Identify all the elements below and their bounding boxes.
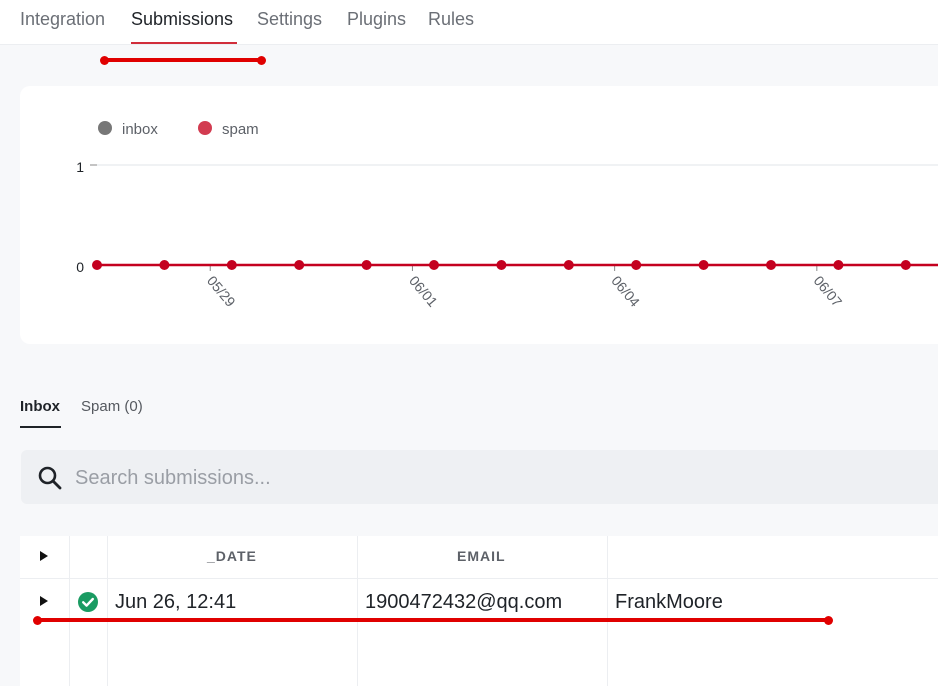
tab-integration[interactable]: Integration	[20, 9, 105, 30]
x-tick-label: 06/01	[406, 273, 441, 310]
top-nav: Integration Submissions Settings Plugins…	[0, 0, 938, 45]
tab-submissions[interactable]: Submissions	[131, 9, 233, 30]
search-icon	[37, 465, 63, 496]
data-point[interactable]	[631, 260, 642, 270]
cell-date: Jun 26, 12:41	[115, 591, 237, 613]
column-header-email[interactable]: EMAIL	[457, 548, 506, 564]
subtab-inbox[interactable]: Inbox	[20, 398, 60, 415]
data-point[interactable]	[226, 260, 237, 270]
chart-svg: inbox spam 1 0 05/29 06/01 06/04 06/07	[76, 121, 938, 310]
x-tick-label: 06/07	[811, 273, 846, 310]
legend-inbox-label[interactable]: inbox	[122, 121, 158, 138]
tab-plugins[interactable]: Plugins	[347, 9, 406, 30]
y-tick-label-1: 1	[76, 159, 84, 175]
active-tab-underline	[131, 42, 237, 44]
annotation-dot	[824, 616, 833, 625]
annotation-line-row	[37, 618, 829, 622]
subtab-spam[interactable]: Spam (0)	[81, 398, 143, 415]
annotation-dot	[100, 56, 109, 65]
data-point[interactable]	[92, 260, 102, 270]
submissions-table: _DATE EMAIL Jun 26, 12:41 1900472432@qq.…	[20, 536, 938, 686]
data-point[interactable]	[294, 260, 305, 270]
check-circle-icon	[78, 592, 98, 617]
subtab-underline	[20, 426, 61, 428]
annotation-dot	[257, 56, 266, 65]
x-tick-label: 06/04	[608, 273, 643, 310]
submissions-chart: inbox spam 1 0 05/29 06/01 06/04 06/07	[20, 86, 938, 344]
tab-rules[interactable]: Rules	[428, 9, 474, 30]
data-point[interactable]	[159, 260, 170, 270]
y-tick-label-0: 0	[76, 259, 84, 275]
data-point[interactable]	[766, 260, 776, 270]
search-input[interactable]	[73, 460, 777, 496]
data-point[interactable]	[900, 260, 911, 270]
data-point[interactable]	[563, 260, 574, 270]
data-point[interactable]	[833, 260, 844, 270]
search-bar	[21, 450, 938, 504]
column-divider	[69, 536, 70, 686]
x-tick-label: 05/29	[204, 273, 239, 310]
legend-spam-marker	[198, 121, 212, 135]
annotation-dot	[33, 616, 42, 625]
expand-row-icon[interactable]	[40, 596, 48, 606]
tab-settings[interactable]: Settings	[257, 9, 322, 30]
column-header-date[interactable]: _DATE	[207, 548, 257, 564]
data-point[interactable]	[429, 260, 439, 270]
expand-all-icon[interactable]	[40, 551, 48, 561]
cell-email: 1900472432@qq.com	[365, 591, 563, 613]
data-point[interactable]	[698, 260, 709, 270]
column-divider	[607, 536, 608, 686]
data-point[interactable]	[361, 260, 372, 270]
cell-name: FrankMoore	[615, 591, 723, 613]
header-divider	[20, 578, 938, 579]
column-divider	[107, 536, 108, 686]
legend-inbox-marker	[98, 121, 112, 135]
annotation-line-top	[104, 58, 262, 62]
legend-spam-label[interactable]: spam	[222, 121, 259, 138]
column-divider	[357, 536, 358, 686]
data-point[interactable]	[496, 260, 507, 270]
